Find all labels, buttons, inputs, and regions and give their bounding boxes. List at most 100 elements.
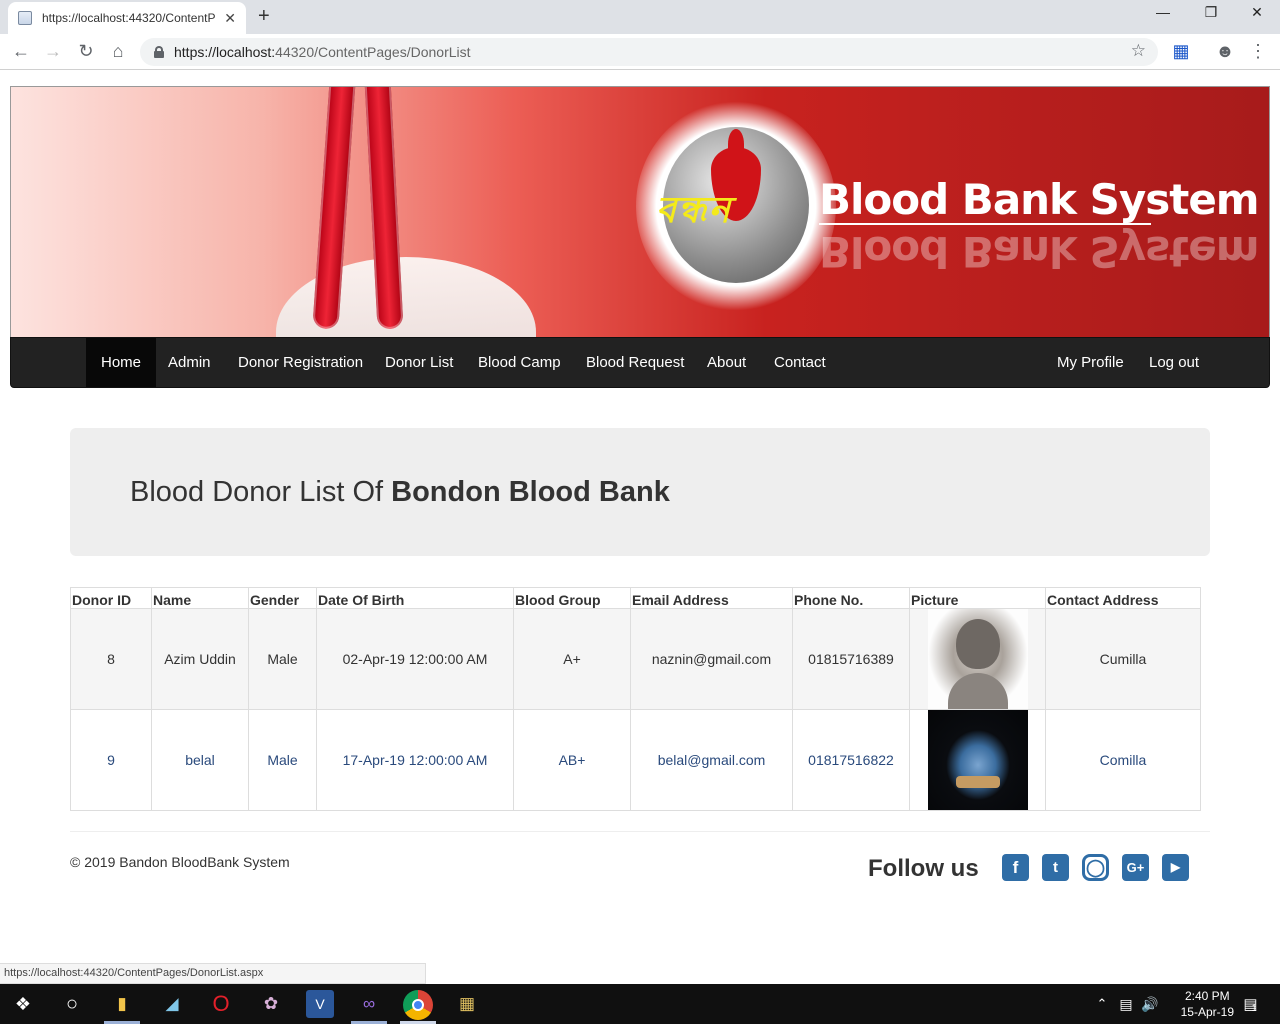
paint-app-icon[interactable]: ✿ — [257, 990, 285, 1018]
cell-name: belal — [151, 709, 249, 811]
brand-title-reflection: Blood Bank System — [819, 227, 1259, 276]
extension-grid-icon[interactable]: ▦ — [1170, 41, 1192, 62]
facebook-icon[interactable]: f — [1002, 854, 1029, 881]
site-banner: বন্ধন Blood Bank System Blood Bank Syste… — [10, 86, 1270, 338]
copyright-text: © 2019 Bandon BloodBank System — [70, 854, 290, 870]
opera-icon[interactable]: O — [207, 990, 235, 1018]
brand-underline — [819, 223, 1151, 225]
link-status-bar: https://localhost:44320/ContentPages/Don… — [0, 963, 426, 984]
cell-donor-id: 9 — [70, 709, 152, 811]
address-bar[interactable]: https://localhost: 44320/ContentPages/Don… — [140, 38, 1158, 66]
cell-gender: Male — [248, 709, 317, 811]
cell-blood-group: A+ — [513, 608, 631, 710]
footer-divider — [70, 831, 1210, 832]
donor-photo — [927, 710, 1028, 810]
column-header: Contact Address — [1045, 587, 1201, 609]
url-host: https://localhost: — [174, 44, 276, 60]
notes-app-icon[interactable]: ◢ — [158, 990, 186, 1018]
cell-gender: Male — [248, 608, 317, 710]
column-header: Gender — [248, 587, 317, 609]
google-plus-icon[interactable]: G+ — [1122, 854, 1149, 881]
page-title: Blood Donor List Of Bondon Blood Bank — [130, 476, 670, 509]
column-header: Date Of Birth — [316, 587, 514, 609]
nav-log-out[interactable]: Log out — [1134, 338, 1214, 387]
nav-donor-list[interactable]: Donor List — [370, 338, 468, 387]
brand-title: Blood Bank System — [819, 175, 1260, 224]
youtube-icon[interactable]: ▶ — [1162, 854, 1189, 881]
reload-icon[interactable]: ↻ — [75, 41, 97, 62]
account-avatar-icon[interactable]: ☻ — [1214, 41, 1236, 62]
column-header: Email Address — [630, 587, 793, 609]
visio-icon[interactable]: V — [306, 990, 334, 1018]
table-row: 9 belal Male 17-Apr-19 12:00:00 AM AB+ b… — [70, 709, 1201, 811]
column-header: Blood Group — [513, 587, 631, 609]
nav-about[interactable]: About — [692, 338, 761, 387]
tab-close-icon[interactable]: ✕ — [224, 10, 236, 27]
main-navbar: Home Admin Donor Registration Donor List… — [10, 337, 1270, 388]
page-title-bold: Bondon Blood Bank — [391, 476, 670, 508]
visual-studio-icon[interactable]: ∞ — [355, 990, 383, 1018]
instagram-icon[interactable]: ◯ — [1082, 854, 1109, 881]
browser-tab[interactable]: https://localhost:44320/ContentP ✕ — [8, 2, 246, 34]
table-header-row: Donor ID Name Gender Date Of Birth Blood… — [70, 587, 1201, 609]
cell-address: Cumilla — [1045, 608, 1201, 710]
cell-dob: 02-Apr-19 12:00:00 AM — [316, 608, 514, 710]
nav-home[interactable]: Home — [86, 338, 157, 387]
nav-contact[interactable]: Contact — [759, 338, 841, 387]
windows-taskbar: ❖ ○ ▮ ◢ O ✿ V ∞ ▦ ⌃ ▤ 🔊 2:40 PM 15-Apr-1… — [0, 984, 1280, 1024]
column-header: Picture — [909, 587, 1046, 609]
cell-dob: 17-Apr-19 12:00:00 AM — [316, 709, 514, 811]
url-path: 44320/ContentPages/DonorList — [275, 44, 471, 60]
page-favicon-icon — [18, 11, 32, 25]
volume-icon[interactable]: 🔊 — [1136, 990, 1164, 1018]
cell-picture — [909, 608, 1046, 710]
file-explorer-icon[interactable]: ▮ — [108, 990, 136, 1018]
cell-name: Azim Uddin — [151, 608, 249, 710]
nav-donor-registration[interactable]: Donor Registration — [223, 338, 378, 387]
database-tool-icon[interactable]: ▦ — [453, 990, 481, 1018]
minimize-window-icon[interactable]: — — [1140, 4, 1186, 20]
column-header: Phone No. — [792, 587, 910, 609]
page-title-prefix: Blood Donor List Of — [130, 476, 392, 508]
cell-blood-group: AB+ — [513, 709, 631, 811]
table-row: 8 Azim Uddin Male 02-Apr-19 12:00:00 AM … — [70, 608, 1201, 710]
brand-bengali-text: বন্ধন — [656, 189, 733, 230]
lock-icon — [154, 46, 164, 58]
bookmark-star-icon[interactable]: ☆ — [1131, 41, 1146, 61]
nav-blood-camp[interactable]: Blood Camp — [463, 338, 576, 387]
donor-photo — [927, 609, 1028, 709]
cell-email: belal@gmail.com — [630, 709, 793, 811]
system-clock[interactable]: 2:40 PM 15-Apr-19 — [1181, 988, 1234, 1020]
cell-picture — [909, 709, 1046, 811]
notification-center-icon[interactable]: ▤ 1 — [1236, 990, 1264, 1018]
new-tab-button[interactable]: + — [258, 5, 270, 28]
nav-my-profile[interactable]: My Profile — [1042, 338, 1139, 387]
close-window-icon[interactable]: ✕ — [1234, 4, 1280, 21]
page-header-panel: Blood Donor List Of Bondon Blood Bank — [70, 428, 1210, 556]
back-arrow-icon[interactable]: ← — [10, 41, 32, 62]
notification-count: 1 — [1251, 1003, 1257, 1013]
donor-table: Donor ID Name Gender Date Of Birth Blood… — [70, 587, 1201, 811]
browser-tab-strip: https://localhost:44320/ContentP ✕ + — ❐… — [0, 0, 1280, 34]
chrome-icon[interactable] — [403, 990, 433, 1020]
windows-start-icon[interactable]: ❖ — [9, 990, 37, 1018]
follow-us-label: Follow us — [868, 855, 979, 882]
clock-date: 15-Apr-19 — [1180, 1005, 1234, 1019]
cell-phone: 01817516822 — [792, 709, 910, 811]
column-header: Donor ID — [70, 587, 152, 609]
column-header: Name — [151, 587, 249, 609]
nav-admin[interactable]: Admin — [153, 338, 226, 387]
clock-time: 2:40 PM — [1184, 989, 1230, 1003]
cell-phone: 01815716389 — [792, 608, 910, 710]
cell-email: naznin@gmail.com — [630, 608, 793, 710]
twitter-icon[interactable]: t — [1042, 854, 1069, 881]
home-icon[interactable]: ⌂ — [107, 41, 129, 62]
search-cortana-icon[interactable]: ○ — [58, 990, 86, 1018]
tab-title: https://localhost:44320/ContentP — [42, 11, 216, 25]
browser-toolbar: ← → ↻ ⌂ https://localhost: 44320/ContentP… — [0, 34, 1280, 70]
forward-arrow-icon[interactable]: → — [42, 41, 64, 62]
cell-donor-id: 8 — [70, 608, 152, 710]
nav-blood-request[interactable]: Blood Request — [571, 338, 699, 387]
restore-window-icon[interactable]: ❐ — [1188, 4, 1234, 21]
browser-menu-icon[interactable]: ⋮ — [1247, 41, 1269, 62]
